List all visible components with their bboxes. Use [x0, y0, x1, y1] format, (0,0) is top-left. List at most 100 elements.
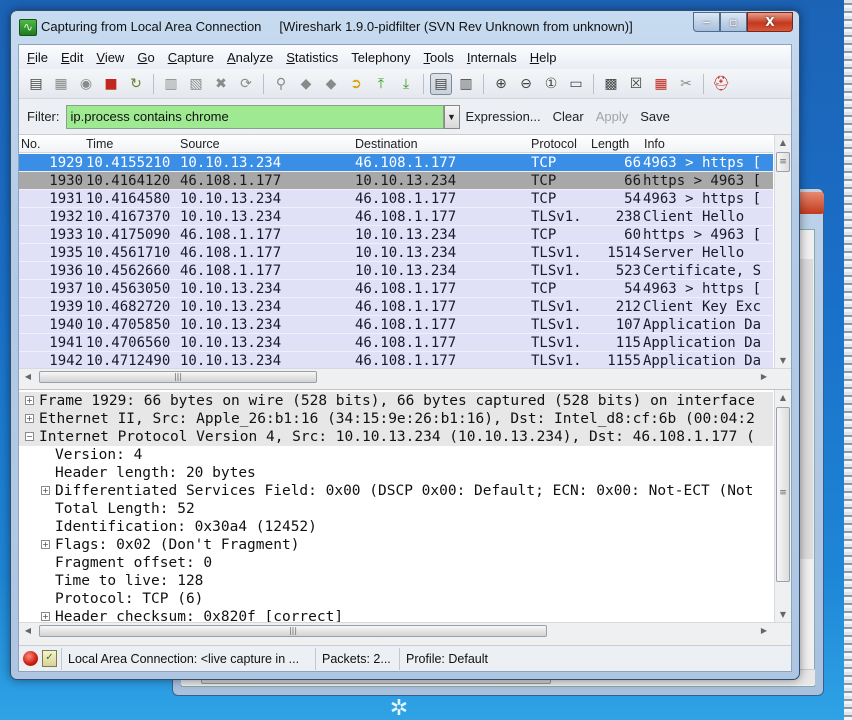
detail-tree-item[interactable]: + Ethernet II, Src: Apple_26:b1:16 (34:15… [19, 410, 773, 428]
packet-row[interactable]: 1933 10.4175090 46.108.1.177 10.10.13.234 TC… [19, 226, 773, 244]
detail-tree-item[interactable]: + Frame 1929: 66 bytes on wire (528 bits)… [19, 392, 773, 410]
display-filters-icon[interactable]: ☒ [625, 73, 647, 95]
reload-icon[interactable]: ⟳ [235, 73, 257, 95]
scroll-left-icon[interactable]: ◀ [21, 369, 35, 385]
scroll-left-icon[interactable]: ◀ [21, 623, 35, 639]
expert-info-icon[interactable]: ✓ [42, 650, 57, 667]
title-bar[interactable]: ∿ Capturing from Local Area Connection [W… [11, 11, 799, 45]
details-hscrollbar[interactable]: ◀ ||| ▶ [19, 622, 791, 639]
details-vscrollbar[interactable]: ▲ ≡ ▼ [774, 390, 791, 622]
menu-file[interactable]: File [27, 50, 48, 65]
close-file-icon[interactable]: ✖ [210, 73, 232, 95]
find-packet-icon[interactable]: ⚲ [270, 73, 292, 95]
menu-edit[interactable]: Edit [61, 50, 83, 65]
menu-capture[interactable]: Capture [168, 50, 214, 65]
packet-list-hscroll-thumb[interactable]: ||| [39, 371, 317, 383]
detail-tree-item[interactable]: Header length: 20 bytes [19, 464, 773, 482]
go-back-icon[interactable]: ◆ [295, 73, 317, 95]
coloring-rules-icon[interactable]: ▦ [650, 73, 672, 95]
scroll-up-icon[interactable]: ▲ [775, 390, 791, 405]
scroll-up-icon[interactable]: ▲ [775, 135, 791, 150]
menu-view[interactable]: View [96, 50, 124, 65]
details-vscroll-thumb[interactable]: ≡ [776, 407, 790, 582]
menu-go[interactable]: Go [137, 50, 154, 65]
detail-tree-item[interactable]: − Internet Protocol Version 4, Src: 10.10… [19, 428, 773, 446]
expand-icon[interactable]: + [41, 540, 50, 549]
preferences-icon[interactable]: ✂ [675, 73, 697, 95]
zoom-in-icon[interactable]: ⊕ [490, 73, 512, 95]
menu-telephony[interactable]: Telephony [351, 50, 410, 65]
column-header-length[interactable]: Length [591, 137, 629, 151]
stop-capture-icon[interactable]: ■ [100, 73, 122, 95]
packet-row[interactable]: 1937 10.4563050 10.10.13.234 46.108.1.177 TC… [19, 280, 773, 298]
close-button[interactable]: X [747, 12, 793, 32]
scroll-down-icon[interactable]: ▼ [775, 607, 791, 622]
menu-statistics[interactable]: Statistics [286, 50, 338, 65]
packet-row[interactable]: 1935 10.4561710 46.108.1.177 10.10.13.234 TL… [19, 244, 773, 262]
menu-tools[interactable]: Tools [424, 50, 454, 65]
packet-row[interactable]: 1940 10.4705850 10.10.13.234 46.108.1.177 TL… [19, 316, 773, 334]
column-header-protocol[interactable]: Protocol [531, 137, 577, 151]
column-header-time[interactable]: Time [86, 137, 113, 151]
expression-button[interactable]: Expression... [466, 109, 541, 124]
collapse-icon[interactable]: − [25, 432, 34, 441]
detail-tree-item[interactable]: Fragment offset: 0 [19, 554, 773, 572]
apply-button[interactable]: Apply [596, 109, 629, 124]
detail-tree-item[interactable]: Version: 4 [19, 446, 773, 464]
open-file-icon[interactable]: ▥ [160, 73, 182, 95]
detail-tree-item[interactable]: + Flags: 0x02 (Don't Fragment) [19, 536, 773, 554]
auto-scroll-icon[interactable]: ▥ [455, 73, 477, 95]
capture-filters-icon[interactable]: ▩ [600, 73, 622, 95]
background-window-close-button[interactable] [796, 192, 824, 214]
zoom-out-icon[interactable]: ⊖ [515, 73, 537, 95]
column-header-info[interactable]: Info [644, 137, 665, 151]
packet-row[interactable]: 1931 10.4164580 10.10.13.234 46.108.1.177 TC… [19, 190, 773, 208]
save-file-icon[interactable]: ▧ [185, 73, 207, 95]
column-header-no[interactable]: No. [21, 137, 40, 151]
scroll-right-icon[interactable]: ▶ [757, 623, 771, 639]
expand-icon[interactable]: + [41, 612, 50, 621]
save-filter-button[interactable]: Save [640, 109, 670, 124]
colorize-icon[interactable]: ▤ [430, 72, 452, 95]
start-capture-icon[interactable]: ◉ [75, 73, 97, 95]
minimize-button[interactable]: ‒ [693, 12, 720, 32]
packet-row[interactable]: 1930 10.4164120 46.108.1.177 10.10.13.234 TC… [19, 172, 773, 190]
go-last-packet-icon[interactable]: ⤓ [395, 73, 417, 95]
go-forward-icon[interactable]: ◆ [320, 73, 342, 95]
packet-row[interactable]: 1941 10.4706560 10.10.13.234 46.108.1.177 TL… [19, 334, 773, 352]
help-icon[interactable]: ⛑ [710, 73, 732, 95]
filter-dropdown-icon[interactable]: ▼ [443, 104, 460, 129]
packet-row[interactable]: 1936 10.4562660 46.108.1.177 10.10.13.234 TL… [19, 262, 773, 280]
interfaces-icon[interactable]: ▤ [25, 73, 47, 95]
menu-internals[interactable]: Internals [467, 50, 517, 65]
restart-capture-icon[interactable]: ↻ [125, 73, 147, 95]
expand-icon[interactable]: + [25, 414, 34, 423]
column-header-destination[interactable]: Destination [355, 137, 418, 151]
column-header-source[interactable]: Source [180, 137, 220, 151]
maximize-button[interactable]: ▫ [720, 12, 747, 32]
resize-columns-icon[interactable]: ▭ [565, 73, 587, 95]
go-first-packet-icon[interactable]: ⤒ [370, 73, 392, 95]
clear-button[interactable]: Clear [553, 109, 584, 124]
packet-row[interactable]: 1929 10.4155210 10.10.13.234 46.108.1.177 TC… [19, 154, 773, 172]
detail-tree-item[interactable]: Identification: 0x30a4 (12452) [19, 518, 773, 536]
details-hscroll-thumb[interactable]: ||| [39, 625, 547, 637]
profile-indicator[interactable]: Profile: Default [399, 647, 791, 670]
scroll-down-icon[interactable]: ▼ [775, 353, 791, 368]
capture-status-icon[interactable] [23, 651, 38, 666]
packet-row[interactable]: 1939 10.4682720 10.10.13.234 46.108.1.177 TL… [19, 298, 773, 316]
detail-tree-item[interactable]: Time to live: 128 [19, 572, 773, 590]
packet-list-vscrollbar[interactable]: ▲ ≡ ▼ [774, 135, 791, 368]
zoom-normal-icon[interactable]: ① [540, 73, 562, 95]
expand-icon[interactable]: + [25, 396, 34, 405]
detail-tree-item[interactable]: + Differentiated Services Field: 0x00 (DS… [19, 482, 773, 500]
packet-row[interactable]: 1932 10.4167370 10.10.13.234 46.108.1.177 TL… [19, 208, 773, 226]
capture-options-icon[interactable]: ▦ [50, 73, 72, 95]
packet-list-vscroll-thumb[interactable]: ≡ [776, 152, 790, 172]
start-button-glow-icon[interactable]: ✲ [382, 698, 416, 720]
detail-tree-item[interactable]: Protocol: TCP (6) [19, 590, 773, 608]
expand-icon[interactable]: + [41, 486, 50, 495]
packet-list-hscrollbar[interactable]: ◀ ||| ▶ [19, 368, 791, 385]
go-to-packet-icon[interactable]: ➲ [345, 73, 367, 95]
scroll-right-icon[interactable]: ▶ [757, 369, 771, 385]
